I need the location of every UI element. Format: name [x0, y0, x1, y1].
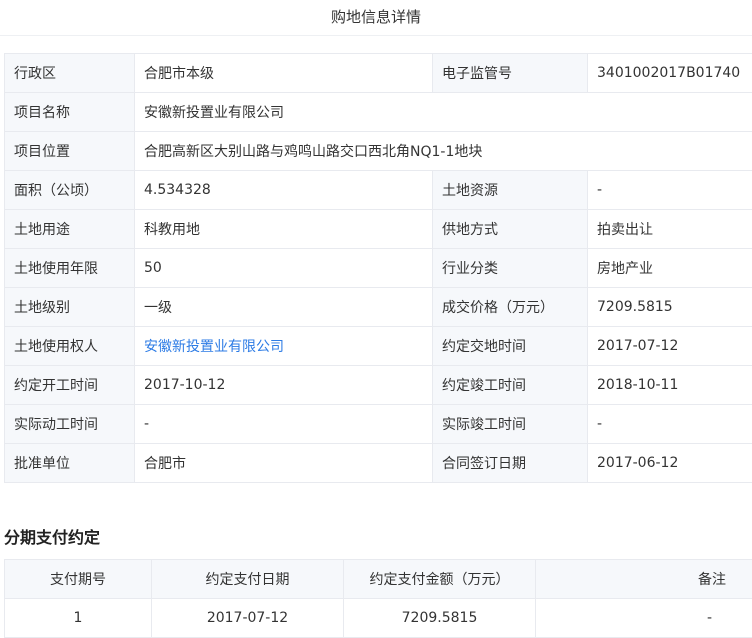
detail-row: 行政区合肥市本级电子监管号3401002017B01740 [5, 54, 752, 93]
col-header-remark: 备注 [536, 560, 752, 599]
field-value: 4.534328 [135, 171, 433, 210]
field-value: 2017-06-12 [588, 444, 752, 483]
field-value: 拍卖出让 [588, 210, 752, 249]
cell-pay-date: 2017-07-12 [152, 599, 344, 638]
field-value: 2018-10-11 [588, 366, 752, 405]
field-label: 项目位置 [5, 132, 135, 171]
field-value: 合肥市 [135, 444, 433, 483]
detail-row: 实际动工时间-实际竣工时间- [5, 405, 752, 444]
field-label: 土地用途 [5, 210, 135, 249]
cell-pay-amount: 7209.5815 [344, 599, 536, 638]
detail-row: 批准单位合肥市合同签订日期2017-06-12 [5, 444, 752, 483]
field-value: 合肥市本级 [135, 54, 433, 93]
field-value: 一级 [135, 288, 433, 327]
field-label: 面积（公顷） [5, 171, 135, 210]
detail-row: 土地级别一级成交价格（万元）7209.5815 [5, 288, 752, 327]
detail-row: 约定开工时间2017-10-12约定竣工时间2018-10-11 [5, 366, 752, 405]
field-value: - [135, 405, 433, 444]
detail-row: 土地使用权人安徽新投置业有限公司约定交地时间2017-07-12 [5, 327, 752, 366]
col-header-pay-date: 约定支付日期 [152, 560, 344, 599]
field-label: 约定交地时间 [433, 327, 588, 366]
detail-row: 土地使用年限50行业分类房地产业 [5, 249, 752, 288]
col-header-period: 支付期号 [5, 560, 152, 599]
detail-row: 面积（公顷）4.534328土地资源- [5, 171, 752, 210]
detail-row: 项目名称安徽新投置业有限公司 [5, 93, 752, 132]
field-label: 土地级别 [5, 288, 135, 327]
field-label: 批准单位 [5, 444, 135, 483]
field-label: 电子监管号 [433, 54, 588, 93]
table-row: 12017-07-127209.5815- [5, 599, 752, 638]
field-label: 成交价格（万元） [433, 288, 588, 327]
field-value: 合肥高新区大别山路与鸡鸣山路交口西北角NQ1-1地块 [135, 132, 752, 171]
field-label: 行业分类 [433, 249, 588, 288]
detail-row: 土地用途科教用地供地方式拍卖出让 [5, 210, 752, 249]
field-label: 供地方式 [433, 210, 588, 249]
cell-period: 1 [5, 599, 152, 638]
page-header: 购地信息详情 [0, 0, 752, 36]
field-label: 实际竣工时间 [433, 405, 588, 444]
installment-section-title: 分期支付约定 [4, 524, 100, 548]
cell-remark: - [536, 599, 752, 638]
field-value: 2017-10-12 [135, 366, 433, 405]
field-value: 房地产业 [588, 249, 752, 288]
field-label: 项目名称 [5, 93, 135, 132]
field-value: 2017-07-12 [588, 327, 752, 366]
field-label: 约定竣工时间 [433, 366, 588, 405]
col-header-pay-amount: 约定支付金额（万元） [344, 560, 536, 599]
field-value: - [588, 405, 752, 444]
field-label: 行政区 [5, 54, 135, 93]
field-label: 合同签订日期 [433, 444, 588, 483]
field-label: 土地使用年限 [5, 249, 135, 288]
field-value: 7209.5815 [588, 288, 752, 327]
land-owner-link[interactable]: 安徽新投置业有限公司 [135, 327, 433, 366]
installment-header-row: 支付期号 约定支付日期 约定支付金额（万元） 备注 [5, 560, 752, 599]
field-label: 约定开工时间 [5, 366, 135, 405]
field-value: - [588, 171, 752, 210]
page-title: 购地信息详情 [331, 8, 421, 26]
field-label: 土地使用权人 [5, 327, 135, 366]
installment-table: 支付期号 约定支付日期 约定支付金额（万元） 备注 12017-07-12720… [4, 559, 752, 638]
field-value: 3401002017B01740 [588, 54, 752, 93]
detail-row: 项目位置合肥高新区大别山路与鸡鸣山路交口西北角NQ1-1地块 [5, 132, 752, 171]
land-detail-table: 行政区合肥市本级电子监管号3401002017B01740项目名称安徽新投置业有… [4, 53, 752, 483]
field-value: 50 [135, 249, 433, 288]
field-value: 安徽新投置业有限公司 [135, 93, 752, 132]
field-label: 土地资源 [433, 171, 588, 210]
field-value: 科教用地 [135, 210, 433, 249]
field-label: 实际动工时间 [5, 405, 135, 444]
